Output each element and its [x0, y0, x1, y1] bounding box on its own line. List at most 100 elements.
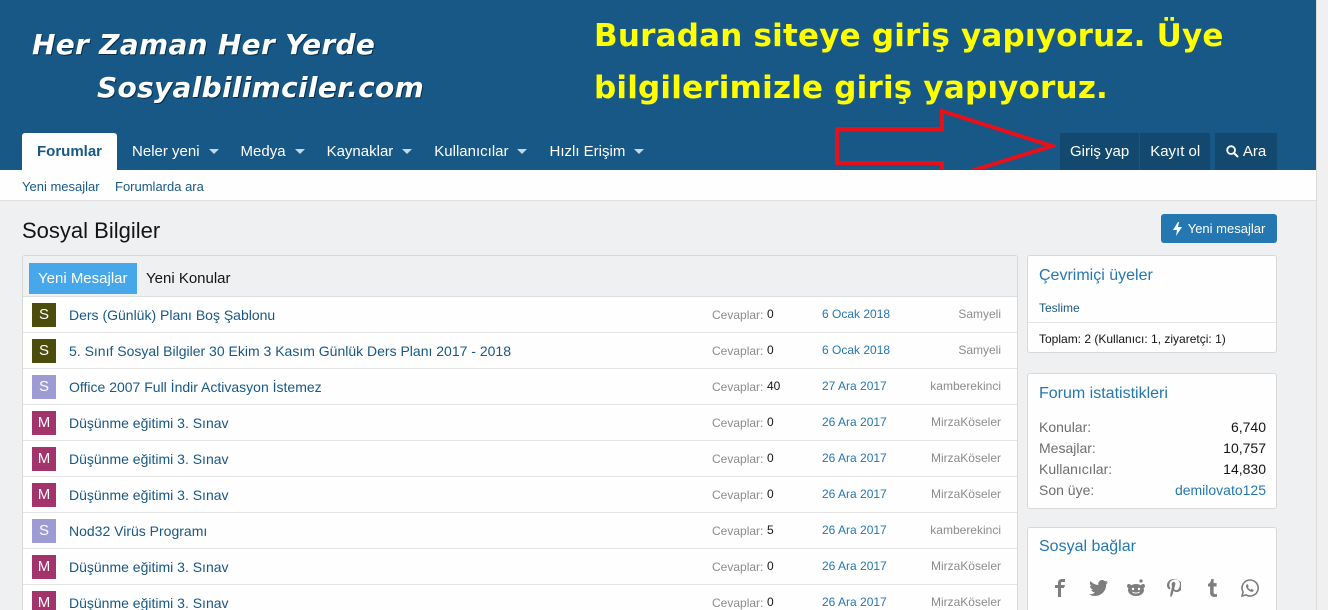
nav-tab-label: Forumlar — [37, 142, 103, 160]
nav-tab-whats-new[interactable]: Neler yeni — [121, 133, 230, 170]
thread-title-link[interactable]: Düşünme eğitimi 3. Sınav — [69, 487, 229, 503]
stat-label: Mesajlar: — [1039, 440, 1096, 456]
whatsapp-icon[interactable] — [1238, 576, 1262, 600]
tab-new-posts[interactable]: Yeni Mesajlar — [29, 263, 137, 294]
avatar[interactable]: S — [32, 519, 56, 543]
replies-label: Cevaplar: — [712, 344, 764, 358]
thread-row: S Ders (Günlük) Planı Boş Şablonu Cevaplar… — [23, 297, 1017, 333]
thread-user-link[interactable]: MirzaKöseler — [931, 559, 1001, 573]
register-button[interactable]: Kayıt ol — [1139, 133, 1211, 170]
sub-nav: Yeni mesajlar Forumlarda ara — [0, 170, 1316, 201]
stat-value: 10,757 — [1223, 440, 1266, 456]
new-posts-block: Yeni Mesajlar Yeni Konular S Ders (Günlük… — [22, 255, 1018, 610]
nav-tab-label: Medya — [240, 142, 286, 160]
online-members-title[interactable]: Çevrimiçi üyeler — [1039, 267, 1153, 285]
thread-title-link[interactable]: Düşünme eğitimi 3. Sınav — [69, 415, 229, 431]
stat-label: Son üye: — [1039, 482, 1095, 498]
thread-title-link[interactable]: Düşünme eğitimi 3. Sınav — [69, 595, 229, 610]
latest-member-link[interactable]: demilovato125 — [1175, 482, 1266, 498]
thread-user-link[interactable]: kamberekinci — [930, 523, 1001, 537]
replies-count: 5 — [767, 523, 774, 537]
chevron-down-icon[interactable] — [208, 149, 219, 154]
thread-title-link[interactable]: Nod32 Virüs Programı — [69, 523, 207, 539]
reddit-icon[interactable] — [1124, 576, 1148, 600]
annotation-line-1: Buradan siteye giriş yapıyoruz. Üye — [594, 18, 1224, 54]
replies-label: Cevaplar: — [712, 524, 764, 538]
lightning-icon — [1172, 221, 1182, 236]
nav-tab-label: Neler yeni — [132, 142, 200, 160]
twitter-icon[interactable] — [1086, 576, 1110, 600]
thread-date-link[interactable]: 26 Ara 2017 — [822, 559, 887, 573]
nav-tab-forums[interactable]: Forumlar — [22, 133, 118, 170]
subnav-new-posts-link[interactable]: Yeni mesajlar — [22, 179, 100, 194]
thread-title-link[interactable]: Düşünme eğitimi 3. Sınav — [69, 451, 229, 467]
thread-date-link[interactable]: 27 Ara 2017 — [822, 379, 887, 393]
social-links-block: Sosyal bağlar — [1027, 527, 1277, 610]
chevron-down-icon[interactable] — [517, 149, 528, 154]
thread-date-link[interactable]: 26 Ara 2017 — [822, 595, 887, 609]
thread-title-link[interactable]: Office 2007 Full İndir Activasyon İsteme… — [69, 379, 322, 395]
replies-count: 0 — [767, 559, 774, 573]
facebook-icon[interactable] — [1048, 576, 1072, 600]
divider — [1028, 322, 1276, 323]
thread-user-link[interactable]: kamberekinci — [930, 379, 1001, 393]
avatar[interactable]: S — [32, 375, 56, 399]
avatar[interactable]: M — [32, 411, 56, 435]
main-nav: Forumlar Neler yeni Medya Kaynaklar Kull… — [22, 133, 655, 170]
thread-row: M Düşünme eğitimi 3. Sınav Cevaplar: 0 26 Ar… — [23, 585, 1017, 610]
logo-line-2[interactable]: Sosyalbilimciler.com — [97, 71, 424, 104]
avatar[interactable]: M — [32, 555, 56, 579]
avatar[interactable]: S — [32, 303, 56, 327]
thread-row: M Düşünme eğitimi 3. Sınav Cevaplar: 0 26 Ar… — [23, 549, 1017, 585]
avatar[interactable]: M — [32, 483, 56, 507]
replies-count: 0 — [767, 307, 774, 321]
page-scrollbar[interactable] — [1316, 0, 1328, 610]
thread-user-link[interactable]: MirzaKöseler — [931, 415, 1001, 429]
thread-title-link[interactable]: Ders (Günlük) Planı Boş Şablonu — [69, 307, 275, 323]
thread-user-link[interactable]: Samyeli — [958, 307, 1001, 321]
chevron-down-icon[interactable] — [634, 149, 645, 154]
chevron-down-icon[interactable] — [402, 149, 413, 154]
thread-title-link[interactable]: 5. Sınıf Sosyal Bilgiler 30 Ekim 3 Kasım… — [69, 343, 511, 359]
nav-tab-label: Kullanıcılar — [434, 142, 509, 160]
stat-label: Konular: — [1039, 419, 1092, 435]
thread-user-link[interactable]: MirzaKöseler — [931, 487, 1001, 501]
online-member-link[interactable]: Teslime — [1039, 301, 1080, 315]
user-nav: Giriş yap Kayıt ol — [1060, 133, 1211, 170]
thread-row: M Düşünme eğitimi 3. Sınav Cevaplar: 0 26 Ar… — [23, 441, 1017, 477]
page-title: Sosyal Bilgiler — [22, 218, 161, 243]
stat-label: Kullanıcılar: — [1039, 461, 1113, 477]
pinterest-icon[interactable] — [1162, 576, 1186, 600]
online-members-block: Çevrimiçi üyeler Teslime Toplam: 2 (Kull… — [1027, 255, 1277, 353]
nav-tab-resources[interactable]: Kaynaklar — [316, 133, 424, 170]
logo-line-1[interactable]: Her Zaman Her Yerde — [32, 28, 375, 61]
new-posts-button[interactable]: Yeni mesajlar — [1161, 214, 1277, 243]
replies-label: Cevaplar: — [712, 380, 764, 394]
thread-date-link[interactable]: 6 Ocak 2018 — [822, 307, 890, 321]
thread-user-link[interactable]: Samyeli — [958, 343, 1001, 357]
thread-date-link[interactable]: 6 Ocak 2018 — [822, 343, 890, 357]
tumblr-icon[interactable] — [1200, 576, 1224, 600]
thread-user-link[interactable]: MirzaKöseler — [931, 595, 1001, 609]
avatar[interactable]: M — [32, 591, 56, 610]
nav-tab-media[interactable]: Medya — [230, 133, 316, 170]
tab-new-threads[interactable]: Yeni Konular — [137, 263, 240, 294]
replies-count: 0 — [767, 343, 774, 357]
search-button[interactable]: Ara — [1215, 133, 1277, 170]
replies-count: 0 — [767, 415, 774, 429]
thread-title-link[interactable]: Düşünme eğitimi 3. Sınav — [69, 559, 229, 575]
thread-date-link[interactable]: 26 Ara 2017 — [822, 415, 887, 429]
thread-date-link[interactable]: 26 Ara 2017 — [822, 451, 887, 465]
chevron-down-icon[interactable] — [294, 149, 305, 154]
online-total: Toplam: 2 (Kullanıcı: 1, ziyaretçi: 1) — [1039, 332, 1226, 346]
thread-date-link[interactable]: 26 Ara 2017 — [822, 523, 887, 537]
avatar[interactable]: S — [32, 339, 56, 363]
subnav-search-forums-link[interactable]: Forumlarda ara — [115, 179, 204, 194]
nav-tab-members[interactable]: Kullanıcılar — [423, 133, 538, 170]
avatar[interactable]: M — [32, 447, 56, 471]
thread-row: S 5. Sınıf Sosyal Bilgiler 30 Ekim 3 Kası… — [23, 333, 1017, 369]
thread-user-link[interactable]: MirzaKöseler — [931, 451, 1001, 465]
nav-tab-quick-access[interactable]: Hızlı Erişim — [538, 133, 655, 170]
login-button[interactable]: Giriş yap — [1060, 133, 1140, 170]
thread-date-link[interactable]: 26 Ara 2017 — [822, 487, 887, 501]
